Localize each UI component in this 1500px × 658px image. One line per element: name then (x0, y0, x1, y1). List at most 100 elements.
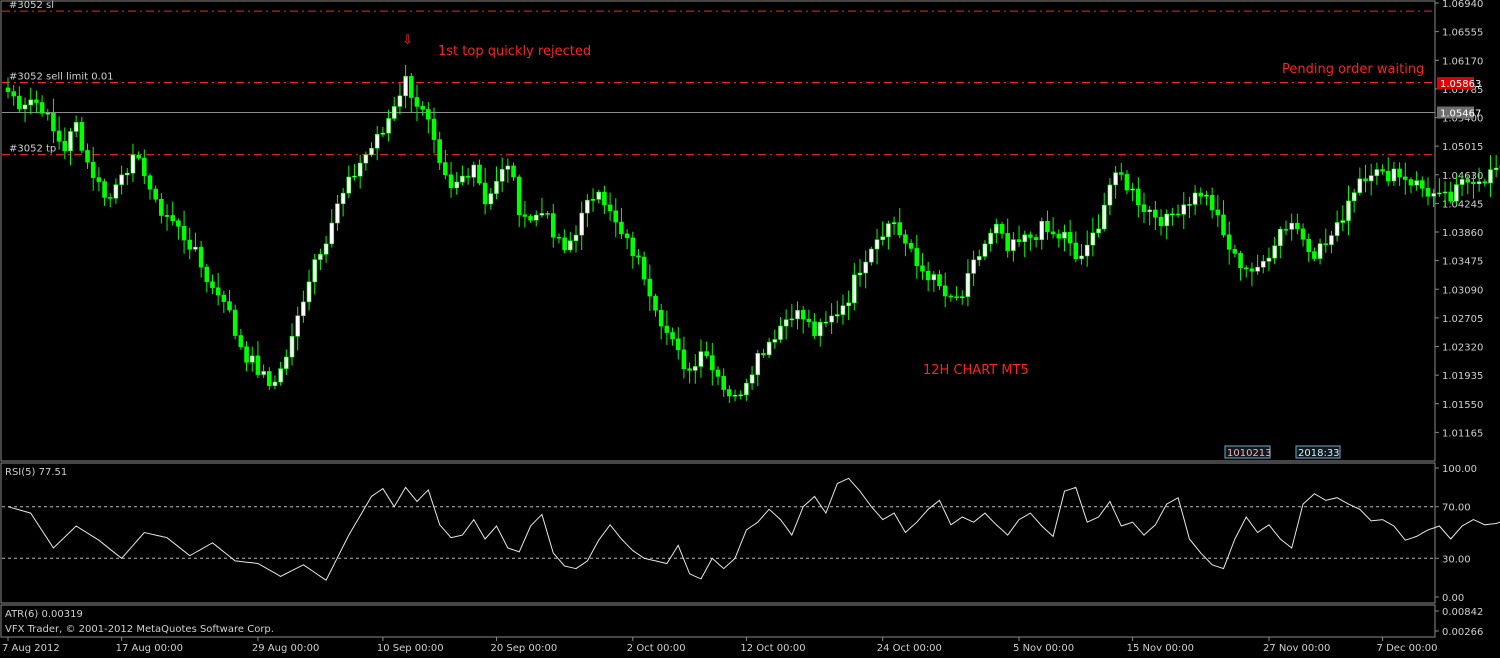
atr-tick-label: 0.00842 (1442, 607, 1483, 618)
candle-body (1476, 181, 1482, 185)
time-tick-label: 7 Aug 2012 (2, 643, 60, 654)
candle-body (630, 237, 636, 257)
tp-level-label: #3052 tp (9, 144, 56, 155)
candle-body (761, 353, 766, 356)
candle-body (1397, 168, 1402, 178)
candle-body (295, 315, 300, 337)
candle-body (198, 246, 204, 268)
candle-body (1482, 181, 1488, 184)
rsi-tick-label: 70.00 (1442, 503, 1471, 514)
time-tick-label: 27 Nov 00:00 (1263, 643, 1330, 654)
candle-body (431, 118, 437, 140)
candle-body (1101, 204, 1107, 230)
candle-body (829, 315, 834, 323)
candle-body (340, 192, 346, 205)
candle-body (454, 181, 460, 189)
time-tick-label: 7 Dec 00:00 (1377, 643, 1438, 654)
candle-body (85, 150, 90, 163)
candle-body (976, 256, 982, 261)
candle-body (1062, 232, 1067, 239)
candle-body (1431, 193, 1436, 197)
candle-body (1039, 220, 1045, 240)
candle-body (386, 118, 391, 134)
mt5-chart-window[interactable]: 1.069401.065551.061701.057851.054001.050… (0, 0, 1500, 658)
candle-body (494, 181, 499, 194)
candle-body (90, 161, 96, 178)
candle-body (301, 301, 306, 317)
candle-body (1181, 204, 1187, 215)
candle-body (1272, 245, 1277, 259)
candle-body (130, 154, 136, 174)
candle-body (1056, 233, 1062, 239)
candle-body (834, 314, 840, 317)
candle-body (869, 248, 874, 263)
candle-body (886, 223, 891, 238)
candle-body (346, 176, 352, 194)
candle-body (1045, 220, 1050, 233)
candle-body (1283, 228, 1289, 231)
candle-body (664, 325, 670, 333)
candle-body (460, 175, 465, 183)
candle-body (931, 274, 937, 281)
candle-body (420, 106, 425, 110)
rsi-tick-label: 30.00 (1442, 554, 1471, 565)
candle-body (1323, 243, 1329, 245)
candle-body (897, 222, 903, 236)
candle-body (56, 130, 62, 142)
candle-body (448, 174, 454, 189)
sell-limit-level-label: #3052 sell limit 0.01 (9, 72, 114, 83)
rsi-panel[interactable] (0, 462, 1436, 604)
candle-body (624, 233, 630, 239)
candle-body (1221, 214, 1226, 236)
candle-body (982, 243, 988, 257)
candle-body (545, 213, 550, 215)
candle-body (1295, 222, 1300, 230)
time-tick-label: 15 Nov 00:00 (1127, 643, 1194, 654)
candle-body (636, 255, 641, 258)
pending-note: Pending order waiting (1282, 62, 1424, 77)
candle-body (1192, 192, 1198, 205)
candle-body (658, 309, 664, 327)
candle-body (147, 175, 153, 190)
price-tick-label: 1.03090 (1442, 285, 1483, 296)
candle-body (51, 112, 56, 132)
candle-body (823, 321, 829, 324)
candle-body (778, 325, 783, 340)
candle-body (795, 310, 800, 320)
rsi-label: RSI(5) 77.51 (5, 467, 67, 478)
candle-body (318, 254, 323, 260)
candle-body (732, 394, 738, 397)
candle-body (5, 87, 11, 92)
time-tick-label: 29 Aug 00:00 (252, 643, 319, 654)
candle-body (176, 220, 181, 227)
candle-body (806, 318, 812, 323)
candle-body (585, 199, 590, 214)
candle-body (1073, 242, 1079, 260)
candle-body (391, 106, 397, 119)
candle-body (102, 181, 107, 198)
price-panel[interactable] (0, 0, 1436, 462)
candle-body (215, 287, 221, 296)
candle-body (187, 239, 193, 250)
candle-body (766, 341, 772, 356)
candle-body (22, 104, 28, 110)
candle-body (738, 394, 744, 397)
candle-body (499, 169, 505, 182)
candle-body (653, 295, 658, 311)
candle-body (238, 335, 244, 348)
candle-body (528, 216, 533, 221)
candle-body (1266, 257, 1272, 262)
candle-body (1493, 167, 1499, 170)
candle-body (715, 369, 721, 377)
candle-body (1187, 204, 1192, 206)
candle-body (590, 199, 596, 201)
candle-body (602, 191, 607, 206)
candle-body (357, 162, 363, 177)
candle-body (1380, 169, 1385, 172)
candle-body (408, 76, 414, 98)
candle-body (937, 274, 942, 287)
candle-body (1084, 244, 1090, 257)
candle-body (1209, 195, 1215, 211)
candle-body (1448, 191, 1454, 202)
candle-body (1351, 192, 1357, 202)
